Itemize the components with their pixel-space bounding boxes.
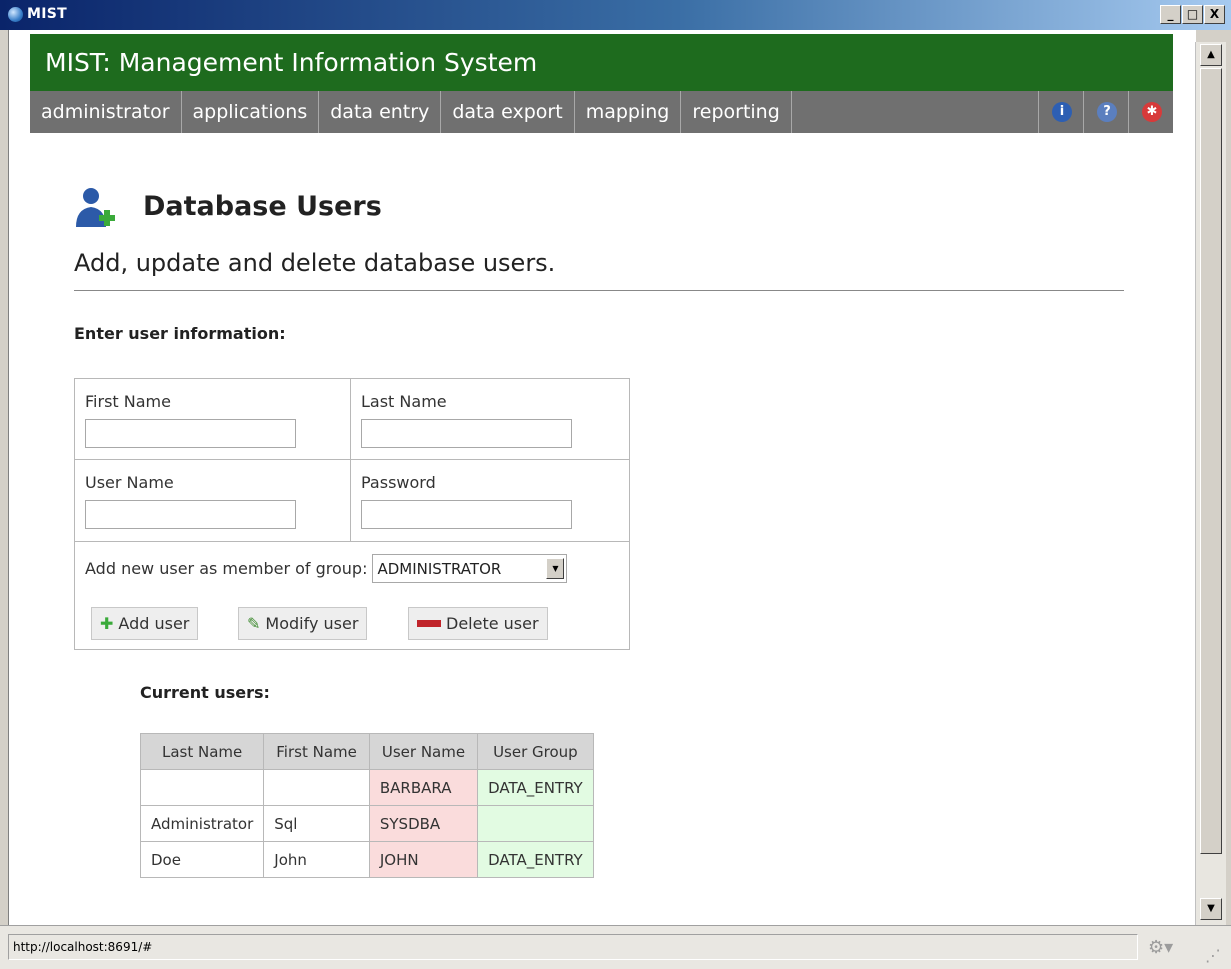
nav-mapping[interactable]: mapping [575, 91, 682, 133]
table-row[interactable]: Administrator Sql SYSDBA [139, 805, 594, 842]
window-title: MIST [27, 6, 67, 22]
cell-user-name: SYSDBA [368, 805, 479, 842]
first-name-input[interactable] [85, 419, 296, 448]
modify-user-label: Modify user [265, 614, 359, 633]
add-user-label: Add user [118, 614, 190, 633]
add-user-icon [76, 188, 115, 227]
page-title: Database Users [143, 191, 382, 222]
cell-last-name: Administrator [139, 805, 265, 842]
nav-applications[interactable]: applications [182, 91, 320, 133]
main-nav: administrator applications data entry da… [30, 91, 1173, 133]
delete-user-button[interactable]: Delete user [408, 607, 548, 640]
cell-user-group: DATA_ENTRY [477, 769, 594, 806]
scroll-up-arrow-icon[interactable]: ▲ [1200, 44, 1222, 66]
col-user-group[interactable]: User Group [477, 733, 594, 770]
table-row[interactable]: Doe John JOHN DATA_ENTRY [139, 841, 594, 878]
cell-user-name: BARBARA [368, 769, 479, 806]
plus-icon: ✚ [100, 614, 114, 633]
app-globe-icon [8, 7, 23, 22]
first-name-label: First Name [85, 392, 171, 411]
cell-user-group [477, 805, 594, 842]
password-cell: Password [351, 460, 629, 542]
last-name-input[interactable] [361, 419, 572, 448]
cell-last-name: Doe [139, 841, 265, 878]
pencil-icon: ✎ [247, 614, 261, 633]
divider [74, 290, 1124, 291]
modify-user-button[interactable]: ✎ Modify user [238, 607, 368, 640]
form-section-label: Enter user information: [74, 324, 286, 343]
status-bar: http://localhost:8691/# ⚙▾ ⋰ [0, 925, 1231, 969]
col-user-name[interactable]: User Name [368, 733, 479, 770]
group-row: Add new user as member of group: ADMINIS… [85, 554, 568, 583]
user-name-cell: User Name [75, 460, 351, 542]
page-content: Database Users Add, update and delete da… [30, 133, 1173, 923]
user-name-label: User Name [85, 473, 174, 492]
maximize-button[interactable]: □ [1182, 5, 1203, 24]
mist-app: MIST: Management Information System admi… [30, 34, 1173, 923]
nav-data-entry[interactable]: data entry [319, 91, 442, 133]
scroll-down-arrow-icon[interactable]: ▼ [1200, 898, 1222, 920]
help-icon: ? [1097, 102, 1117, 122]
minus-icon [417, 614, 441, 633]
resize-grip-icon[interactable]: ⋰ [1205, 946, 1221, 965]
delete-user-label: Delete user [446, 614, 539, 633]
chevron-down-icon[interactable]: ▼ [546, 558, 565, 579]
add-user-button[interactable]: ✚ Add user [91, 607, 199, 640]
vertical-scrollbar[interactable]: ▲ ▼ [1195, 42, 1226, 925]
group-selected-value: ADMINISTRATOR [377, 559, 502, 578]
last-name-label: Last Name [361, 392, 447, 411]
gear-icon[interactable]: ⚙▾ [1148, 937, 1173, 958]
nav-administrator[interactable]: administrator [30, 91, 182, 133]
first-name-cell: First Name [75, 379, 351, 460]
last-name-cell: Last Name [351, 379, 629, 460]
col-last-name[interactable]: Last Name [139, 733, 265, 770]
cell-user-name: JOHN [368, 841, 479, 878]
table-header-row: Last Name First Name User Name User Grou… [139, 733, 594, 770]
scrollbar-thumb[interactable] [1200, 68, 1222, 854]
help-button[interactable]: ? [1083, 91, 1128, 133]
close-button[interactable]: X [1204, 5, 1225, 24]
users-section-label: Current users: [140, 683, 270, 702]
cell-first-name [263, 769, 370, 806]
cell-last-name [139, 769, 265, 806]
password-input[interactable] [361, 500, 572, 529]
app-header: MIST: Management Information System [30, 34, 1173, 91]
minimize-button[interactable]: _ [1160, 5, 1181, 24]
exit-icon: ✱ [1142, 102, 1162, 122]
user-name-input[interactable] [85, 500, 296, 529]
col-first-name[interactable]: First Name [263, 733, 370, 770]
table-row[interactable]: BARBARA DATA_ENTRY [139, 769, 594, 806]
nav-reporting[interactable]: reporting [681, 91, 792, 133]
user-form: First Name Last Name User Name Password … [74, 378, 630, 650]
group-select[interactable]: ADMINISTRATOR ▼ [372, 554, 568, 583]
info-button[interactable]: i [1038, 91, 1083, 133]
cell-user-group: DATA_ENTRY [477, 841, 594, 878]
cell-first-name: Sql [263, 805, 370, 842]
window-titlebar: MIST _ □ X [0, 0, 1231, 30]
users-table: Last Name First Name User Name User Grou… [139, 733, 594, 878]
cell-first-name: John [263, 841, 370, 878]
nav-data-export[interactable]: data export [441, 91, 575, 133]
status-url: http://localhost:8691/# [8, 934, 1138, 960]
exit-button[interactable]: ✱ [1128, 91, 1173, 133]
password-label: Password [361, 473, 436, 492]
browser-viewport: MIST: Management Information System admi… [8, 30, 1196, 925]
info-icon: i [1052, 102, 1072, 122]
page-subtitle: Add, update and delete database users. [74, 249, 556, 277]
group-label: Add new user as member of group: [85, 559, 368, 578]
